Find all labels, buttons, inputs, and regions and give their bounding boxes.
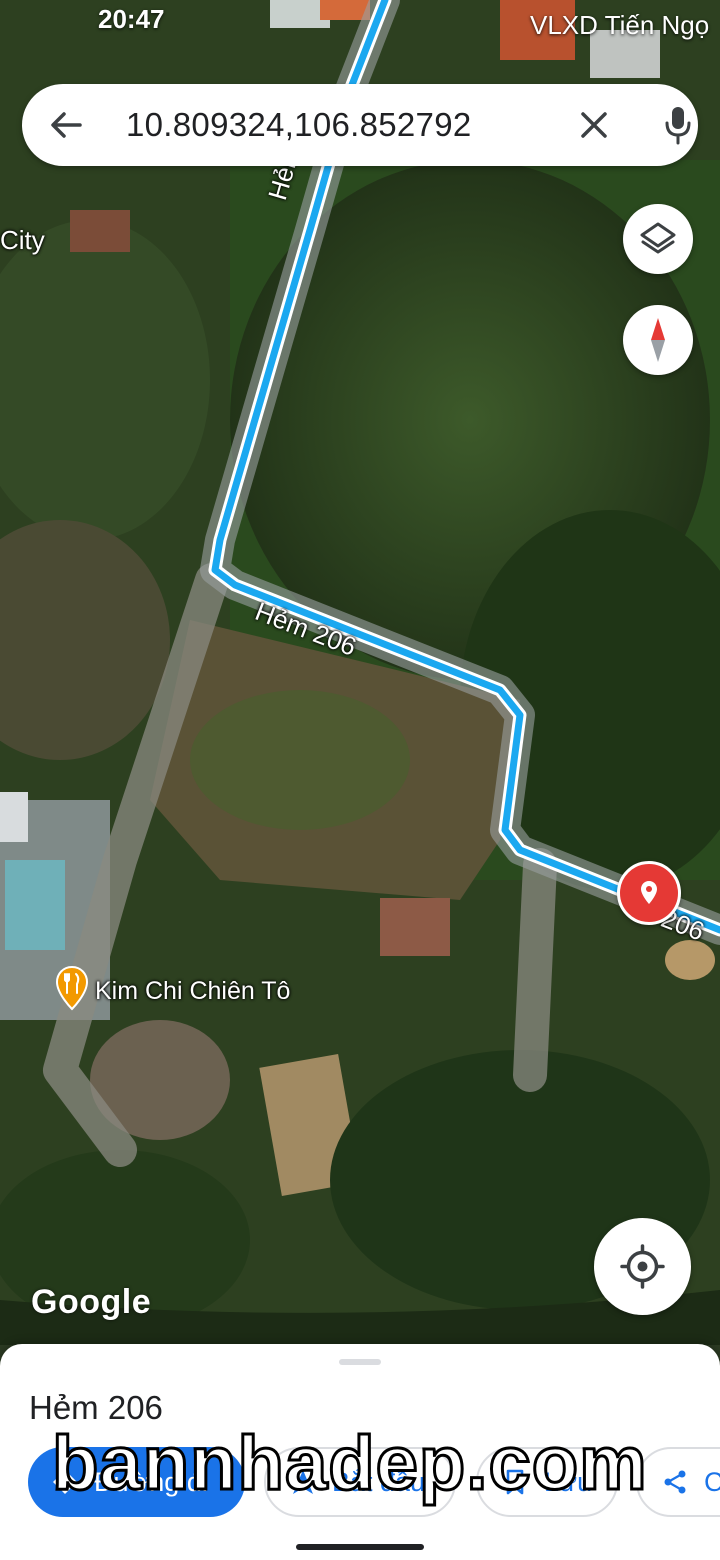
- share-label: C: [704, 1467, 720, 1498]
- compass-icon: [651, 318, 665, 362]
- watermark: bannhadep.com: [51, 1420, 649, 1508]
- close-icon[interactable]: [574, 105, 614, 145]
- my-location-button[interactable]: [594, 1218, 691, 1315]
- back-arrow-icon[interactable]: [46, 105, 86, 145]
- status-time: 20:47: [98, 4, 165, 34]
- crosshair-icon: [620, 1244, 665, 1289]
- google-logo: Google: [31, 1283, 152, 1321]
- compass-button[interactable]: [623, 305, 693, 375]
- search-bar[interactable]: 10.809324,106.852792: [22, 84, 698, 166]
- status-right-label: VLXD Tiến Ngọ: [530, 10, 710, 40]
- pin-icon: [641, 881, 657, 904]
- microphone-icon[interactable]: [658, 103, 698, 147]
- layers-button[interactable]: [623, 204, 693, 274]
- search-query[interactable]: 10.809324,106.852792: [126, 106, 472, 144]
- share-button[interactable]: C: [636, 1447, 720, 1517]
- drag-handle[interactable]: [339, 1359, 381, 1365]
- layers-icon: [640, 222, 676, 254]
- restaurant-icon[interactable]: [55, 965, 89, 1011]
- poi-label[interactable]: Kim Chi Chiên Tô: [95, 977, 290, 1006]
- gesture-bar[interactable]: [296, 1544, 424, 1550]
- map-view[interactable]: 20:47 VLXD Tiến Ngọ City Hẻm 206 Hẻm 206…: [0, 0, 720, 1345]
- map-label-city[interactable]: City: [0, 225, 45, 256]
- location-pin[interactable]: [617, 861, 681, 925]
- share-icon: [664, 1470, 686, 1494]
- satellite-imagery: [0, 0, 720, 1345]
